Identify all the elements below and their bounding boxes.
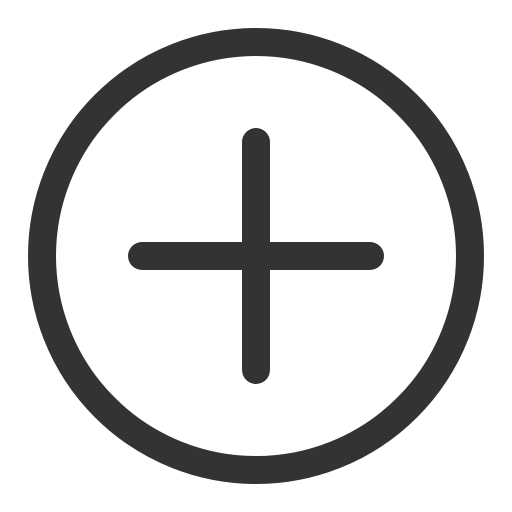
add-button[interactable] [0, 0, 512, 512]
plus-circle-icon [28, 28, 484, 484]
icon-canvas [0, 0, 512, 512]
